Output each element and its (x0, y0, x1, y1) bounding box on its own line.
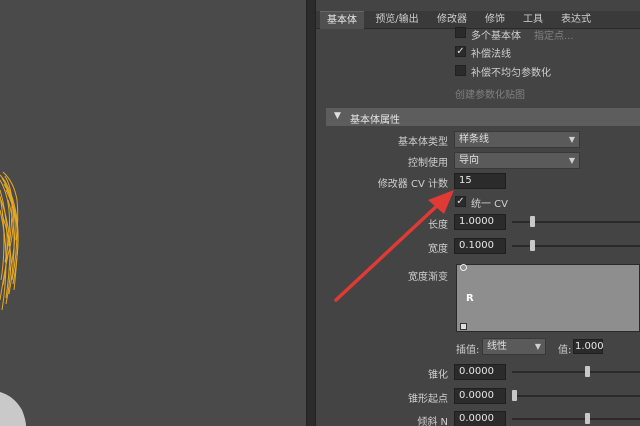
length-slider-handle[interactable] (530, 216, 536, 227)
uniform-cv-label: 统一 CV (471, 199, 509, 210)
ramp-channel-label: R (466, 293, 474, 304)
value-input[interactable]: 1.000 (573, 339, 604, 354)
chevron-down-icon: ▼ (568, 156, 575, 165)
value-label: 值: (558, 345, 572, 356)
tilt-slider-track[interactable] (512, 418, 640, 420)
chevron-down-icon: ▼ (534, 342, 541, 351)
ramp-top-knob[interactable] (460, 264, 467, 271)
tab-primitive[interactable]: 基本体 (320, 11, 364, 29)
compensate-param-checkbox[interactable] (455, 65, 466, 76)
length-input[interactable]: 1.0000 (454, 214, 506, 230)
tab-modifiers[interactable]: 修改器 (430, 11, 474, 29)
width-ramp-label: 宽度渐变 (408, 272, 448, 283)
uniform-cv-checkbox[interactable]: ✓ (455, 196, 466, 207)
interp-value: 线性 (487, 341, 507, 352)
taper-start-label: 锥形起点 (408, 394, 448, 405)
primitive-type-label: 基本体类型 (398, 137, 448, 148)
width-slider-handle[interactable] (530, 240, 536, 251)
modifier-cv-label: 修改器 CV 计数 (377, 179, 448, 190)
tilt-slider-handle[interactable] (585, 413, 591, 424)
tab-preview-output[interactable]: 预览/输出 (368, 11, 426, 29)
interp-label: 插值: (456, 345, 480, 356)
primitive-type-value: 样条线 (459, 134, 489, 145)
taper-start-input[interactable]: 0.0000 (454, 388, 506, 404)
hair-strands (0, 171, 19, 311)
taper-slider-handle[interactable] (585, 366, 591, 377)
viewport-scene (0, 171, 26, 426)
taper-start-slider-handle[interactable] (512, 390, 517, 401)
interp-dropdown[interactable]: 线性 ▼ (482, 338, 546, 355)
compensate-normal-checkbox[interactable]: ✓ (455, 46, 466, 57)
taper-label: 锥化 (428, 370, 448, 381)
multi-primitive-checkbox[interactable] (455, 27, 466, 38)
compensate-param-label: 补偿不均匀参数化 (471, 68, 551, 79)
attribute-editor: 基本体 预览/输出 修改器 修饰 工具 表达式 多个基本体 指定点... ✓ 补… (316, 0, 640, 426)
modifier-cv-input[interactable]: 15 (454, 173, 506, 189)
ramp-bottom-knob[interactable] (460, 323, 467, 330)
collapse-triangle-icon: ▼ (334, 111, 341, 121)
primitive-type-dropdown[interactable]: 样条线 ▼ (454, 131, 580, 148)
tilt-input[interactable]: 0.0000 (454, 411, 506, 426)
3d-viewport[interactable] (0, 0, 306, 426)
control-usage-dropdown[interactable]: 导向 ▼ (454, 152, 580, 169)
control-usage-value: 导向 (459, 155, 479, 166)
width-label: 宽度 (428, 244, 448, 255)
section-header-primitive-attributes[interactable]: ▼ 基本体属性 (326, 108, 640, 126)
multi-primitive-hint: 指定点... (534, 31, 574, 42)
taper-slider-track[interactable] (512, 371, 640, 373)
chevron-down-icon: ▼ (568, 135, 575, 144)
taper-start-slider-track[interactable] (512, 395, 640, 397)
width-ramp-editor[interactable]: R (456, 264, 640, 332)
create-param-map-button[interactable]: 创建参数化贴图 (455, 86, 525, 101)
sculpt-mesh (0, 392, 26, 426)
section-title: 基本体属性 (350, 115, 400, 126)
compensate-normal-label: 补偿法线 (471, 49, 511, 60)
length-label: 长度 (428, 220, 448, 231)
tilt-label: 倾斜 N (417, 417, 448, 426)
width-input[interactable]: 0.1000 (454, 238, 506, 254)
panel-splitter[interactable] (306, 0, 316, 426)
control-usage-label: 控制使用 (408, 158, 448, 169)
multi-primitive-label: 多个基本体 (471, 31, 521, 42)
taper-input[interactable]: 0.0000 (454, 364, 506, 380)
editor-top-strip (316, 0, 640, 11)
